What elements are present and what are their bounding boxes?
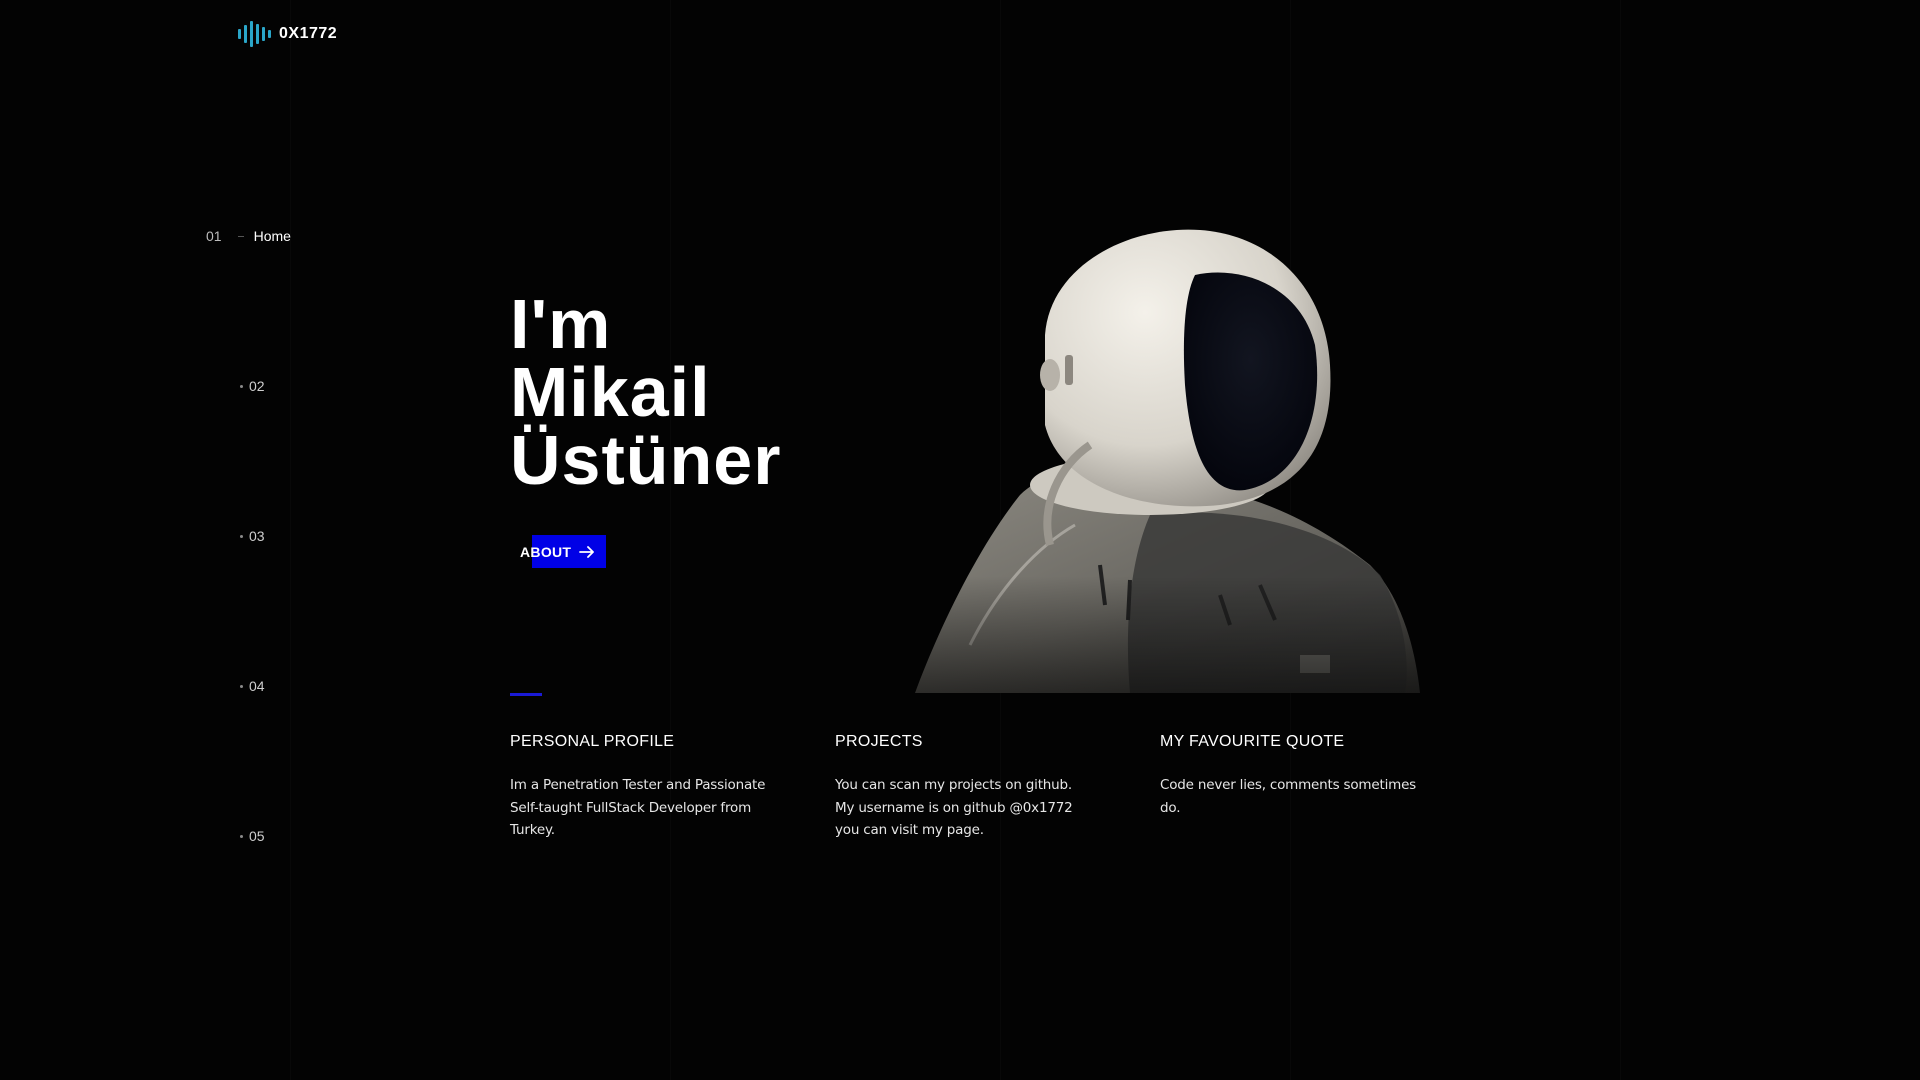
section-projects: PROJECTS You can scan my projects on git… <box>835 733 1095 842</box>
section-personal-profile: PERSONAL PROFILE Im a Penetration Tester… <box>510 733 770 842</box>
accent-divider <box>510 693 542 696</box>
nav-number: 04 <box>249 678 265 694</box>
section-favourite-quote: MY FAVOURITE QUOTE Code never lies, comm… <box>1160 733 1420 819</box>
section-heading: MY FAVOURITE QUOTE <box>1160 733 1345 750</box>
nav-dot-icon <box>240 384 243 388</box>
nav-item-03[interactable]: 03 <box>240 528 265 544</box>
section-body: You can scan my projects on github. My u… <box>835 777 1073 838</box>
nav-label: Home <box>253 228 291 244</box>
nav-dash <box>237 235 244 237</box>
section-body: Code never lies, comments sometimes do. <box>1160 777 1417 816</box>
guide-line <box>1620 0 1621 1080</box>
hero-title-line: Üstüner <box>510 421 782 499</box>
side-nav: 01 Home 02 03 04 05 <box>206 0 346 1080</box>
hero-title-line: Mikail <box>510 353 711 431</box>
nav-item-02[interactable]: 02 <box>240 378 265 394</box>
nav-number: 02 <box>249 378 265 394</box>
astronaut-illustration <box>900 225 1420 693</box>
page: 0X1772 01 Home 02 03 04 05 I'm Mikail Üs… <box>0 0 1920 1080</box>
section-body: Im a Penetration Tester and Passionate S… <box>510 777 766 838</box>
section-heading: PERSONAL PROFILE <box>510 733 675 750</box>
nav-number: 03 <box>249 528 265 544</box>
nav-item-home[interactable]: 01 Home <box>206 228 291 244</box>
nav-number: 05 <box>249 828 265 844</box>
nav-item-05[interactable]: 05 <box>240 828 265 844</box>
nav-dot-icon <box>240 534 243 538</box>
about-button-label: ABOUT <box>520 543 572 560</box>
about-button[interactable]: ABOUT <box>520 535 606 568</box>
arrow-right-icon <box>579 545 595 558</box>
hero-title: I'm Mikail Üstüner <box>510 285 782 499</box>
hero-title-line: I'm <box>510 285 612 363</box>
guide-line <box>670 0 671 1080</box>
nav-item-04[interactable]: 04 <box>240 678 265 694</box>
nav-dot-icon <box>240 834 243 838</box>
section-heading: PROJECTS <box>835 733 923 750</box>
nav-number: 01 <box>206 228 222 244</box>
nav-dot-icon <box>240 684 243 688</box>
